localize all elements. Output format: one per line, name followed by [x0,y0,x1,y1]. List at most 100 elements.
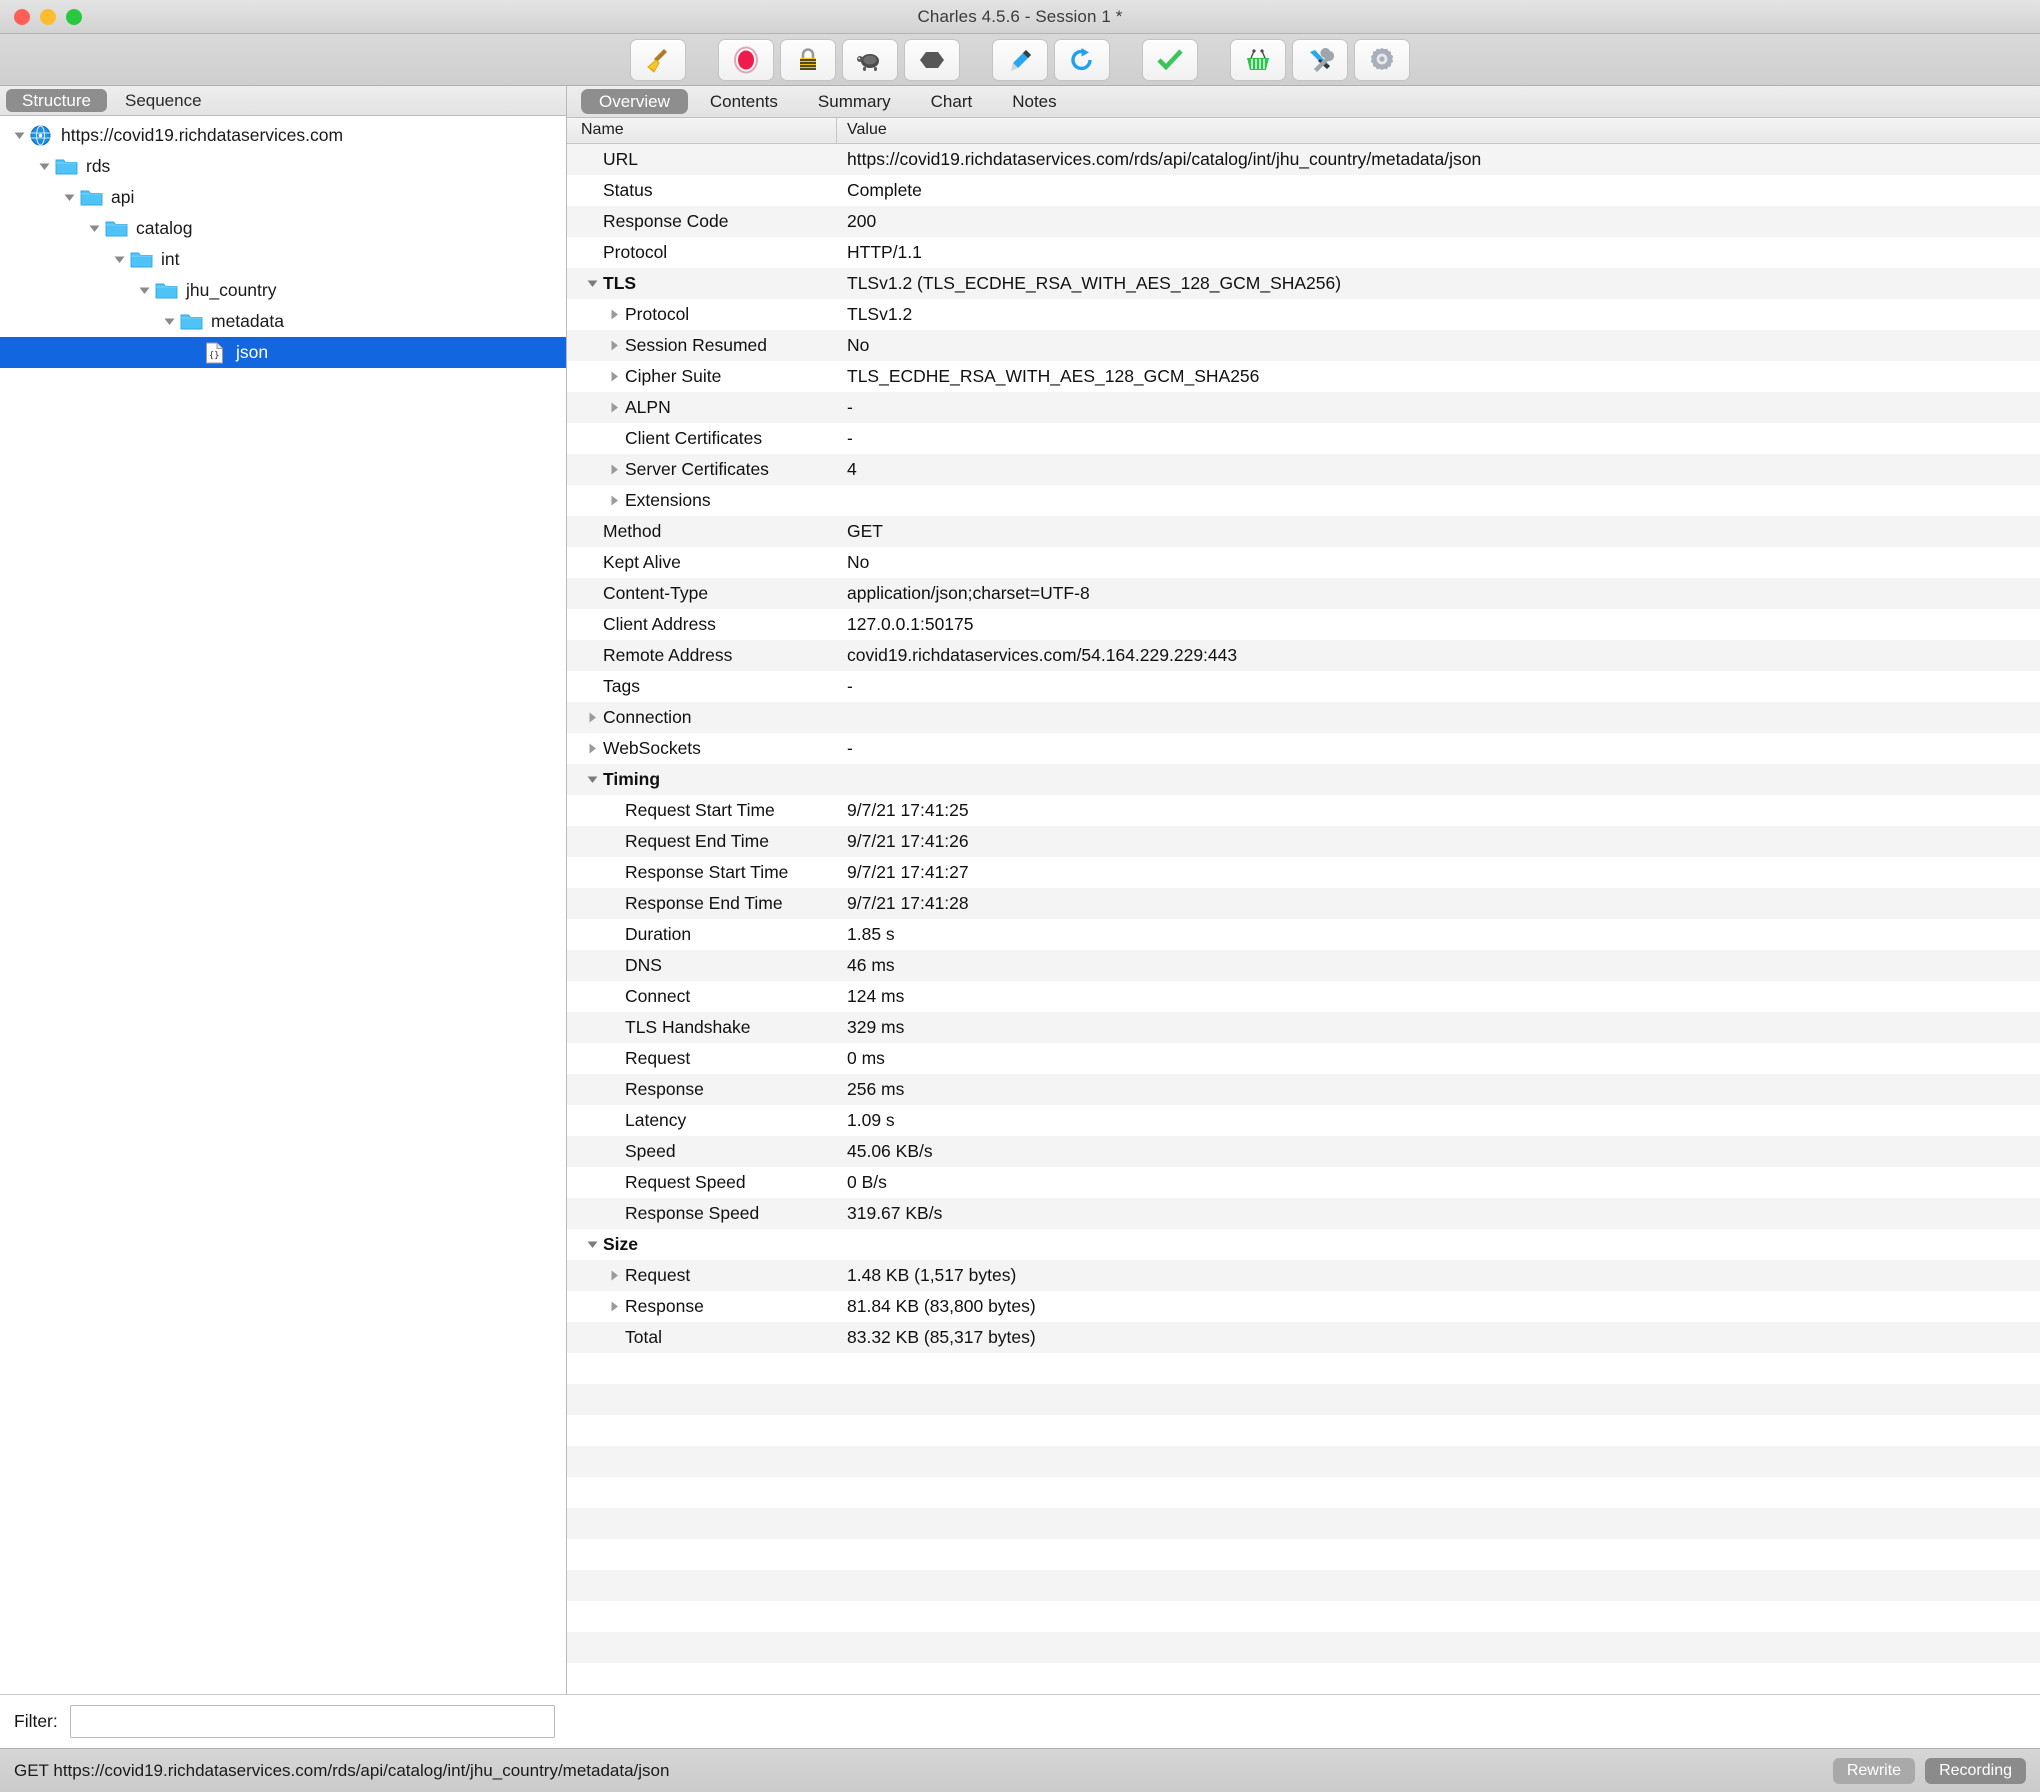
tab-overview[interactable]: Overview [581,89,688,114]
table-row[interactable]: Duration 1.85 s [567,919,2040,950]
chevron-right-icon[interactable] [581,742,603,755]
chevron-right-icon[interactable] [603,308,625,321]
table-row[interactable]: Client Address 127.0.0.1:50175 [567,609,2040,640]
table-row[interactable]: Speed 45.06 KB/s [567,1136,2040,1167]
chevron-right-icon[interactable] [603,339,625,352]
table-row-name: Request [625,1048,691,1068]
tab-summary[interactable]: Summary [800,89,909,114]
table-row[interactable]: Connection [567,702,2040,733]
chevron-down-icon[interactable] [581,1238,603,1251]
tree-node-jhu-country[interactable]: jhu_country [0,275,566,306]
table-row[interactable]: Status Complete [567,175,2040,206]
table-row[interactable]: Session Resumed No [567,330,2040,361]
table-row[interactable]: DNS 46 ms [567,950,2040,981]
table-row[interactable]: TLS Handshake 329 ms [567,1012,2040,1043]
breakpoints-button[interactable] [904,38,960,81]
tree-node-rds[interactable]: rds [0,151,566,182]
tab-sequence[interactable]: Sequence [109,89,218,112]
clear-session-button[interactable] [630,38,686,81]
chevron-down-icon[interactable] [58,191,80,204]
table-row[interactable]: Extensions [567,485,2040,516]
chevron-down-icon[interactable] [158,315,180,328]
chevron-right-icon[interactable] [603,401,625,414]
table-row[interactable]: Kept Alive No [567,547,2040,578]
chevron-right-icon[interactable] [581,711,603,724]
table-row[interactable]: Content-Type application/json;charset=UTF… [567,578,2040,609]
throttle-settings-button[interactable] [842,38,898,81]
table-row[interactable]: Total 83.32 KB (85,317 bytes) [567,1322,2040,1353]
table-row-name: Tags [603,676,640,696]
rewrite-toggle[interactable]: Rewrite [1832,1757,1916,1784]
table-row[interactable]: Request 0 ms [567,1043,2040,1074]
table-row[interactable]: Remote Address covid19.richdataservices.c… [567,640,2040,671]
table-row[interactable]: ALPN - [567,392,2040,423]
chevron-right-icon[interactable] [603,494,625,507]
table-row-name: Response End Time [625,893,783,913]
start-stop-recording-button[interactable] [718,38,774,81]
tab-structure[interactable]: Structure [6,89,107,112]
table-row[interactable]: Connect 124 ms [567,981,2040,1012]
tree-node-catalog[interactable]: catalog [0,213,566,244]
table-row[interactable]: Tags - [567,671,2040,702]
dns-spoofing-button[interactable] [1230,38,1286,81]
chevron-right-icon[interactable] [603,1300,625,1313]
tab-contents[interactable]: Contents [692,89,796,114]
table-row-name: Client Address [603,614,716,634]
tools-button[interactable] [1292,38,1348,81]
recording-toggle[interactable]: Recording [1925,1757,2026,1784]
tree-node-metadata[interactable]: metadata [0,306,566,337]
table-row[interactable]: Response 256 ms [567,1074,2040,1105]
settings-button[interactable] [1354,38,1410,81]
table-row[interactable]: Response Code 200 [567,206,2040,237]
throttling-button[interactable] [780,38,836,81]
table-row[interactable]: Request Start Time 9/7/21 17:41:25 [567,795,2040,826]
table-row[interactable]: Size [567,1229,2040,1260]
table-row[interactable]: Response 81.84 KB (83,800 bytes) [567,1291,2040,1322]
table-row[interactable]: Response Start Time 9/7/21 17:41:27 [567,857,2040,888]
column-header-name[interactable]: Name [567,118,837,143]
chevron-right-icon[interactable] [603,1269,625,1282]
table-row[interactable]: Server Certificates 4 [567,454,2040,485]
table-row[interactable]: Protocol TLSv1.2 [567,299,2040,330]
tree-node-int[interactable]: int [0,244,566,275]
chevron-down-icon[interactable] [83,222,105,235]
table-row[interactable]: Request Speed 0 B/s [567,1167,2040,1198]
table-cell-name: Response Start Time [567,857,837,888]
table-cell-value: - [847,397,853,417]
globe-icon [30,125,56,146]
chevron-down-icon[interactable] [581,773,603,786]
table-row[interactable]: Request End Time 9/7/21 17:41:26 [567,826,2040,857]
column-header-value[interactable]: Value [837,118,2040,143]
compose-button[interactable] [992,38,1048,81]
tab-chart[interactable]: Chart [913,89,991,114]
table-row[interactable]: Response Speed 319.67 KB/s [567,1198,2040,1229]
table-row[interactable]: Timing [567,764,2040,795]
table-row[interactable]: URL https://covid19.richdataservices.com/… [567,144,2040,175]
repeat-button[interactable] [1054,38,1110,81]
table-row[interactable]: WebSockets - [567,733,2040,764]
tree-node-json[interactable]: {} json [0,337,566,368]
chevron-down-icon[interactable] [133,284,155,297]
tree-node-api[interactable]: api [0,182,566,213]
chevron-right-icon[interactable] [603,370,625,383]
table-row[interactable]: Request 1.48 KB (1,517 bytes) [567,1260,2040,1291]
chevron-right-icon[interactable] [603,463,625,476]
table-row[interactable]: TLS TLSv1.2 (TLS_ECDHE_RSA_WITH_AES_128_G… [567,268,2040,299]
tab-notes[interactable]: Notes [994,89,1074,114]
chevron-down-icon[interactable] [8,129,30,142]
table-cell-name: WebSockets [567,733,837,764]
table-row[interactable]: Method GET [567,516,2040,547]
chevron-down-icon[interactable] [33,160,55,173]
chevron-down-icon[interactable] [108,253,130,266]
validate-button[interactable] [1142,38,1198,81]
table-row[interactable]: Protocol HTTP/1.1 [567,237,2040,268]
table-row[interactable]: Latency 1.09 s [567,1105,2040,1136]
table-row[interactable]: Response End Time 9/7/21 17:41:28 [567,888,2040,919]
tree-node-label: metadata [211,311,284,331]
filter-input[interactable] [69,1705,555,1738]
chevron-down-icon[interactable] [581,277,603,290]
table-row[interactable]: Client Certificates - [567,423,2040,454]
tree-node-https-covid19-richdataservices-com[interactable]: https://covid19.richdataservices.com [0,120,566,151]
table-row[interactable]: Cipher Suite TLS_ECDHE_RSA_WITH_AES_128_G… [567,361,2040,392]
session-tree[interactable]: https://covid19.richdataservices.com rds a… [0,116,566,1694]
